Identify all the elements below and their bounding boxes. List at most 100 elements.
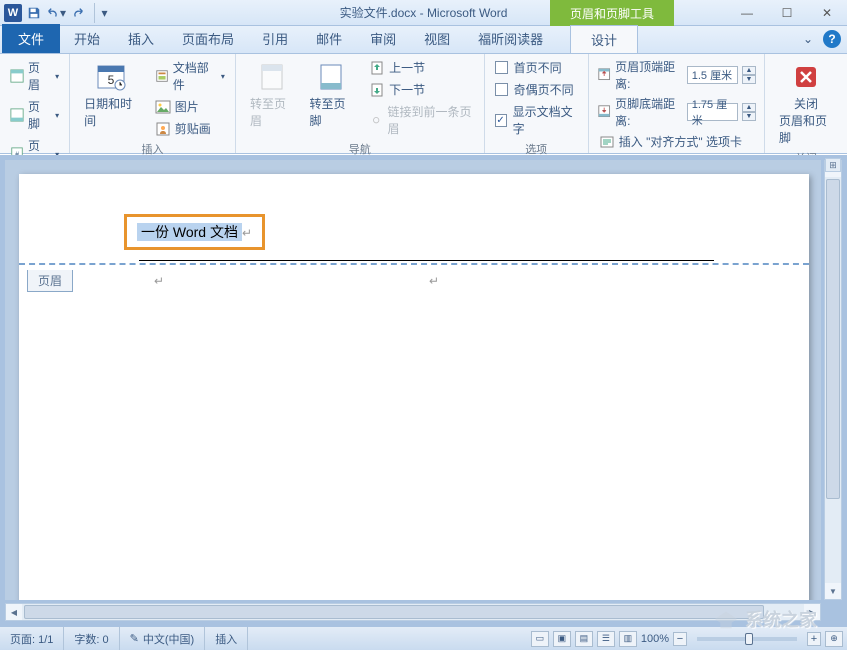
- header-region-tag: 页眉: [27, 270, 73, 292]
- spin-down[interactable]: ▼: [742, 112, 756, 121]
- prev-section-button[interactable]: 上一节: [365, 57, 478, 78]
- goto-header-button[interactable]: 转至页眉: [242, 57, 302, 131]
- group-header-footer: 页眉▾ 页脚▾ #页码▾ 页眉和页脚: [0, 54, 70, 153]
- tab-references[interactable]: 引用: [248, 24, 302, 53]
- spellcheck-icon: ✎: [130, 632, 139, 645]
- tab-review[interactable]: 审阅: [356, 24, 410, 53]
- paragraph-mark-icon: ↵: [429, 274, 439, 288]
- view-fullscreen-icon[interactable]: ▣: [553, 631, 571, 647]
- status-language[interactable]: ✎中文(中国): [120, 627, 206, 650]
- picture-icon: [155, 99, 171, 115]
- header-highlight-box: 一份 Word 文档↵: [124, 214, 265, 250]
- view-web-icon[interactable]: ▤: [575, 631, 593, 647]
- zoom-slider[interactable]: [697, 637, 797, 641]
- file-tab[interactable]: 文件: [2, 24, 60, 53]
- different-odd-even-checkbox[interactable]: 奇偶页不同: [491, 79, 582, 100]
- close-button[interactable]: ✕: [807, 0, 847, 26]
- save-icon[interactable]: [24, 3, 44, 23]
- link-previous-button[interactable]: 链接到前一条页眉: [365, 101, 478, 139]
- close-header-footer-button[interactable]: 关闭 页眉和页脚: [771, 57, 841, 148]
- scroll-thumb[interactable]: [24, 605, 764, 619]
- zoom-in-button[interactable]: +: [807, 632, 821, 646]
- goto-footer-icon: [315, 59, 347, 95]
- different-first-checkbox[interactable]: 首页不同: [491, 57, 582, 78]
- ribbon-tabs: 文件 开始 插入 页面布局 引用 邮件 审阅 视图 福昕阅读器 设计 ⌄ ?: [0, 26, 847, 54]
- zoom-fit-icon[interactable]: ⊕: [825, 631, 843, 647]
- next-icon: [369, 82, 385, 98]
- footer-icon: [10, 107, 24, 123]
- group-position: 页眉顶端距离: 1.5 厘米 ▲▼ 页脚底端距离: 1.75 厘米 ▲▼ 插入 …: [589, 54, 765, 153]
- status-word-count[interactable]: 字数: 0: [64, 627, 119, 650]
- scroll-right-button[interactable]: ▶: [804, 604, 820, 620]
- help-icon[interactable]: ?: [823, 30, 841, 48]
- ruler-toggle-icon[interactable]: ⊞: [825, 158, 841, 172]
- page[interactable]: 一份 Word 文档↵ ↵ 页眉 ↵: [19, 174, 809, 600]
- tab-view[interactable]: 视图: [410, 24, 464, 53]
- paragraph-mark-icon: ↵: [242, 226, 252, 240]
- tab-page-layout[interactable]: 页面布局: [168, 24, 248, 53]
- align-tab-icon: [599, 134, 615, 150]
- show-doc-text-checkbox[interactable]: ✓显示文档文字: [491, 101, 582, 139]
- status-page[interactable]: 页面: 1/1: [0, 627, 64, 650]
- datetime-button[interactable]: 5 日期和时间: [76, 57, 147, 131]
- view-outline-icon[interactable]: ☰: [597, 631, 615, 647]
- scroll-down-button[interactable]: ▼: [825, 583, 841, 599]
- zoom-slider-knob[interactable]: [745, 633, 753, 645]
- tab-insert[interactable]: 插入: [114, 24, 168, 53]
- ribbon: 页眉▾ 页脚▾ #页码▾ 页眉和页脚 5 日期和时间 文档部件▾ 图片 剪贴画 …: [0, 54, 847, 154]
- view-draft-icon[interactable]: ▥: [619, 631, 637, 647]
- next-section-button[interactable]: 下一节: [365, 79, 478, 100]
- header-boundary-line: [19, 263, 809, 265]
- minimize-button[interactable]: —: [727, 0, 767, 26]
- horizontal-scrollbar[interactable]: ◀ ▶: [5, 603, 821, 621]
- group-insert: 5 日期和时间 文档部件▾ 图片 剪贴画 插入: [70, 54, 236, 153]
- footer-distance-value[interactable]: 1.75 厘米: [687, 103, 738, 121]
- header-distance-value[interactable]: 1.5 厘米: [687, 66, 738, 84]
- picture-button[interactable]: 图片: [151, 96, 229, 117]
- tab-mailings[interactable]: 邮件: [302, 24, 356, 53]
- footer-dist-icon: [597, 104, 611, 120]
- zoom-level[interactable]: 100%: [641, 633, 669, 645]
- footer-distance-spinner[interactable]: 页脚底端距离: 1.75 厘米 ▲▼: [595, 94, 758, 130]
- svg-text:5: 5: [108, 73, 115, 87]
- calendar-icon: 5: [95, 59, 127, 95]
- spin-up[interactable]: ▲: [742, 66, 756, 75]
- close-x-icon: [790, 59, 822, 95]
- footer-button[interactable]: 页脚▾: [6, 96, 63, 134]
- scroll-thumb[interactable]: [826, 179, 840, 499]
- header-dist-icon: [597, 67, 611, 83]
- qat-customize-icon[interactable]: ▾: [94, 3, 114, 23]
- document-viewport[interactable]: 一份 Word 文档↵ ↵ 页眉 ↵: [5, 160, 821, 600]
- ribbon-minimize-icon[interactable]: ⌄: [799, 30, 817, 48]
- undo-icon[interactable]: ▾: [46, 3, 66, 23]
- zoom-out-button[interactable]: −: [673, 632, 687, 646]
- insert-align-tab-button[interactable]: 插入 "对齐方式" 选项卡: [595, 131, 758, 152]
- goto-footer-button[interactable]: 转至页脚: [302, 57, 362, 131]
- scroll-left-button[interactable]: ◀: [6, 604, 22, 620]
- spin-down[interactable]: ▼: [742, 75, 756, 84]
- redo-icon[interactable]: [68, 3, 88, 23]
- view-print-layout-icon[interactable]: ▭: [531, 631, 549, 647]
- header-icon: [10, 68, 24, 84]
- quickparts-button[interactable]: 文档部件▾: [151, 57, 229, 95]
- paragraph-mark-icon: ↵: [154, 274, 164, 288]
- header-text[interactable]: 一份 Word 文档: [137, 223, 242, 241]
- status-insert-mode[interactable]: 插入: [205, 627, 248, 650]
- word-app-icon[interactable]: W: [4, 4, 22, 22]
- tab-design[interactable]: 设计: [570, 25, 638, 53]
- spin-up[interactable]: ▲: [742, 103, 756, 112]
- tab-home[interactable]: 开始: [60, 24, 114, 53]
- clipart-button[interactable]: 剪贴画: [151, 118, 229, 139]
- tab-foxit[interactable]: 福昕阅读器: [464, 24, 557, 53]
- header-underline: [139, 260, 714, 261]
- maximize-button[interactable]: ☐: [767, 0, 807, 26]
- header-distance-spinner[interactable]: 页眉顶端距离: 1.5 厘米 ▲▼: [595, 57, 758, 93]
- vertical-scrollbar[interactable]: ⊞ ▲ ▼: [824, 160, 842, 600]
- group-close: 关闭 页眉和页脚 关闭: [765, 54, 847, 153]
- header-button[interactable]: 页眉▾: [6, 57, 63, 95]
- clipart-icon: [155, 121, 171, 137]
- title-bar: W ▾ ▾ 实验文件.docx - Microsoft Word 页眉和页脚工具…: [0, 0, 847, 26]
- group-navigation: 转至页眉 转至页脚 上一节 下一节 链接到前一条页眉 导航: [236, 54, 485, 153]
- prev-icon: [369, 60, 385, 76]
- group-options: 首页不同 奇偶页不同 ✓显示文档文字 选项: [485, 54, 589, 153]
